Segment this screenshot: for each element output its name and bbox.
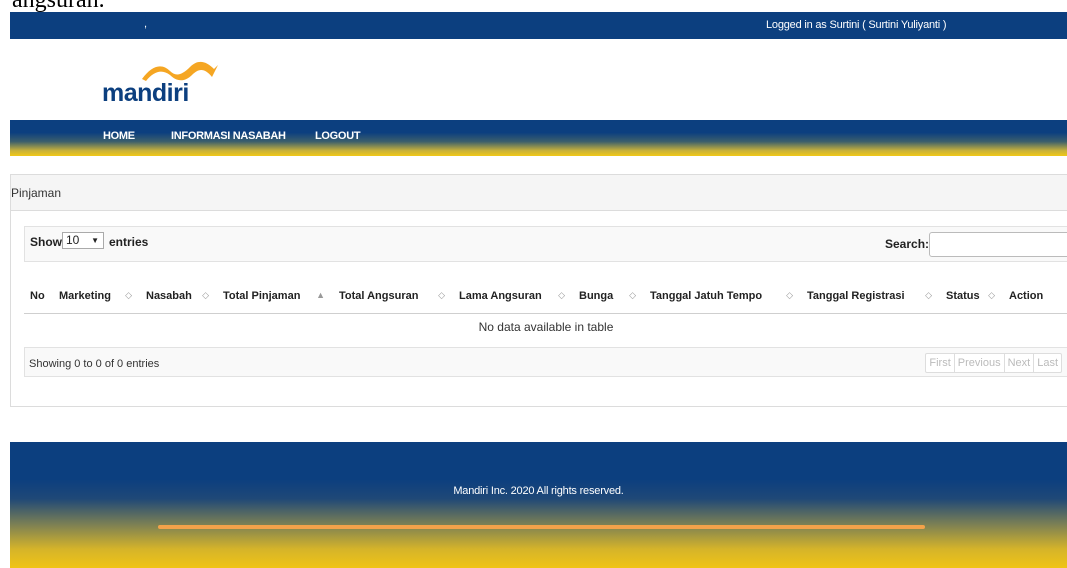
pagination-first-button[interactable]: First <box>926 354 955 372</box>
column-header-marketing[interactable]: Marketing ◇ <box>53 279 140 314</box>
search-label: Search: <box>885 237 930 251</box>
main-nav: HOME INFORMASI NASABAH LOGOUT <box>10 120 1067 156</box>
show-label: Show <box>30 235 62 249</box>
column-header-status[interactable]: Status ◇ <box>940 279 1003 314</box>
chevron-down-icon: ▼ <box>91 236 99 245</box>
empty-table-message: No data available in table <box>24 313 1067 340</box>
nav-item-logout[interactable]: LOGOUT <box>315 130 361 142</box>
topbar-separator: , <box>144 18 148 30</box>
nav-item-home[interactable]: HOME <box>103 130 135 142</box>
table-row: No data available in table <box>24 313 1067 340</box>
top-bar: , Logged in as Surtini ( Surtini Yuliyan… <box>10 12 1067 39</box>
column-header-action: Action <box>1003 279 1067 314</box>
column-header-nasabah[interactable]: Nasabah ◇ <box>140 279 217 314</box>
header: mandiri <box>10 39 1067 120</box>
sort-icon: ◇ <box>786 290 793 300</box>
panel-heading: Pinjaman <box>11 175 1067 211</box>
entries-select-value: 10 <box>66 233 80 247</box>
column-header-total-pinjaman[interactable]: Total Pinjaman ▲ <box>217 279 333 314</box>
pagination: First Previous Next Last <box>925 353 1062 373</box>
sort-ascending-icon: ▲ <box>316 290 325 300</box>
entries-label: entries <box>109 235 149 249</box>
mandiri-logo[interactable]: mandiri <box>102 57 222 107</box>
pinjaman-panel: Pinjaman Show 10 ▼ entries Search: No Ma… <box>10 174 1067 407</box>
sort-icon: ◇ <box>438 290 445 300</box>
pinjaman-table-wrap: No Marketing ◇ Nasabah ◇ Total Pinjaman ▲ T… <box>24 279 1067 340</box>
pagination-last-button[interactable]: Last <box>1034 354 1061 372</box>
search-input[interactable] <box>929 232 1067 257</box>
table-footer: Showing 0 to 0 of 0 entries First Previo… <box>24 347 1067 377</box>
copyright-text: Mandiri Inc. 2020 All rights reserved. <box>453 485 624 497</box>
column-header-bunga[interactable]: Bunga ◇ <box>573 279 644 314</box>
table-controls: Show 10 ▼ entries Search: <box>24 226 1067 262</box>
pagination-previous-button[interactable]: Previous <box>955 354 1005 372</box>
table-header-row: No Marketing ◇ Nasabah ◇ Total Pinjaman ▲ T… <box>24 279 1067 314</box>
entries-select[interactable]: 10 ▼ <box>62 232 104 249</box>
column-header-lama-angsuran[interactable]: Lama Angsuran ◇ <box>453 279 573 314</box>
sort-icon: ◇ <box>925 290 932 300</box>
column-header-no[interactable]: No <box>24 279 53 314</box>
sort-icon: ◇ <box>988 290 995 300</box>
column-header-tanggal-jatuh-tempo[interactable]: Tanggal Jatuh Tempo ◇ <box>644 279 801 314</box>
pagination-next-button[interactable]: Next <box>1005 354 1035 372</box>
login-status: Logged in as Surtini ( Surtini Yuliyanti… <box>766 19 947 31</box>
footer-divider <box>158 525 925 529</box>
table-info: Showing 0 to 0 of 0 entries <box>29 358 160 370</box>
sort-icon: ◇ <box>629 290 636 300</box>
sort-icon: ◇ <box>202 290 209 300</box>
sort-icon: ◇ <box>125 290 132 300</box>
sort-icon: ◇ <box>558 290 565 300</box>
panel-title: Pinjaman <box>11 186 62 200</box>
pinjaman-table: No Marketing ◇ Nasabah ◇ Total Pinjaman ▲ T… <box>24 279 1067 340</box>
logo-wordmark: mandiri <box>102 79 189 107</box>
column-header-tanggal-registrasi[interactable]: Tanggal Registrasi ◇ <box>801 279 940 314</box>
site-footer: Mandiri Inc. 2020 All rights reserved. <box>10 442 1067 568</box>
nav-item-informasi-nasabah[interactable]: INFORMASI NASABAH <box>171 130 286 142</box>
column-header-total-angsuran[interactable]: Total Angsuran ◇ <box>333 279 453 314</box>
